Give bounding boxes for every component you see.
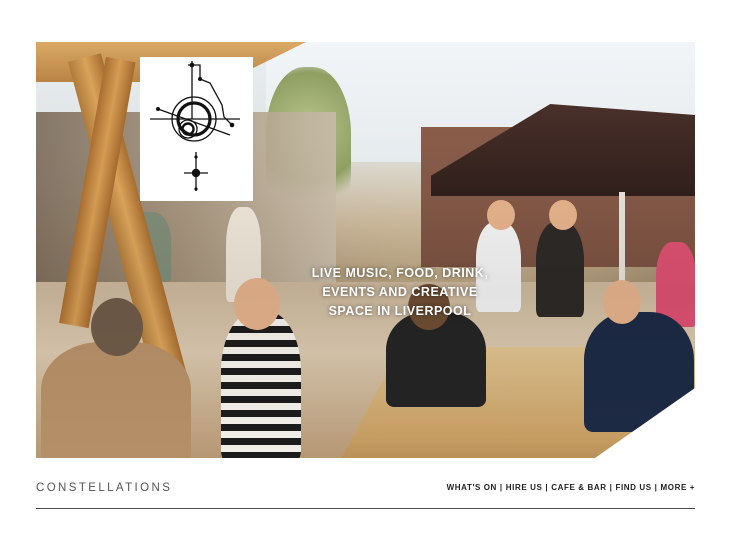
nav-separator: | [609,483,613,492]
nav-link-cafe-bar[interactable]: CAFE & BAR [551,483,606,492]
constellations-logo-icon [150,61,240,191]
nav-separator: | [499,483,503,492]
site-brand[interactable]: CONSTELLATIONS [36,482,172,494]
hero-shade [36,42,695,458]
nav-separator: | [545,483,549,492]
nav-link-more[interactable]: MORE + [661,483,696,492]
nav-link-hire-us[interactable]: HIRE US [506,483,543,492]
nav-link-whats-on[interactable]: WHAT'S ON [447,483,497,492]
hero-tagline: LIVE MUSIC, FOOD, DRINK, EVENTS AND CREA… [311,266,489,318]
footer-divider [36,508,695,509]
hero-photo: LIVE MUSIC, FOOD, DRINK, EVENTS AND CREA… [36,42,695,458]
nav-separator: | [654,483,658,492]
logo[interactable] [140,57,253,201]
main-nav: WHAT'S ON | HIRE US | CAFE & BAR | FIND … [447,483,695,492]
nav-link-find-us[interactable]: FIND US [615,483,651,492]
